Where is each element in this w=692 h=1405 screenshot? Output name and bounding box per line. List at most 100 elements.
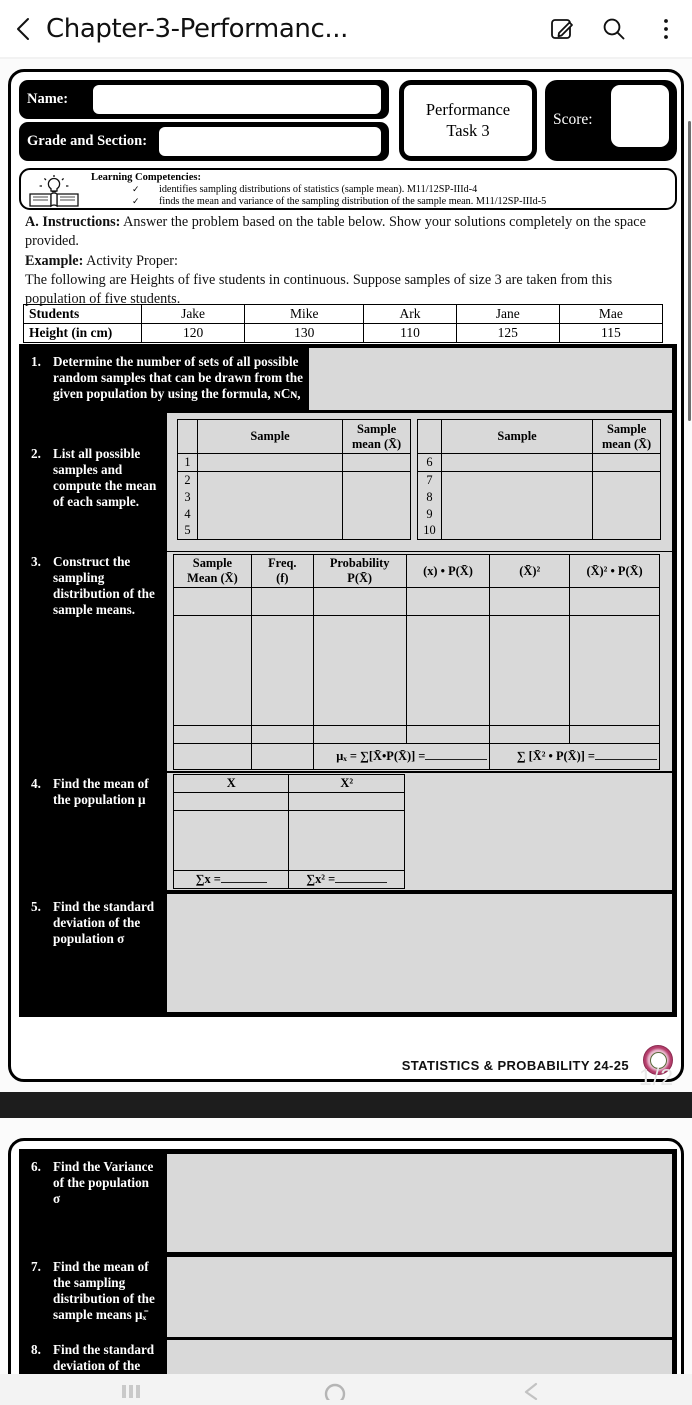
q3-cell[interactable]: [405, 615, 491, 726]
q3-total-sq-blank[interactable]: [595, 749, 657, 760]
search-button[interactable]: [588, 16, 640, 42]
q2-cell-mean[interactable]: [592, 453, 661, 472]
student-height-1: 130: [244, 323, 365, 343]
score-input[interactable]: [611, 85, 669, 147]
page-indicator: 1/2: [639, 1064, 674, 1090]
q3-cell[interactable]: [250, 743, 314, 770]
q3-total-mean-label: μₓ = ∑[X̄•P(X̄)] =: [336, 749, 426, 763]
q2-cell-sample[interactable]: [440, 471, 594, 540]
q3-cell[interactable]: [250, 587, 314, 616]
answer-area-1[interactable]: [309, 348, 672, 410]
q3-cell[interactable]: [250, 615, 314, 726]
tasks-grid-page1: 1. Determine the number of sets of all p…: [19, 344, 677, 1017]
q3-cell[interactable]: [173, 615, 252, 726]
q2-table-left[interactable]: Sample Sample mean (X̄) 1 2 3 4 5: [177, 419, 411, 540]
grade-section-input[interactable]: [159, 127, 381, 156]
q2-table-right[interactable]: Sample Sample mean (X̄) 6 7 8 9 10: [417, 419, 661, 540]
question-6-text: Find the Variance of the population σ: [53, 1159, 154, 1207]
q3-header-2-l2: P(X̄): [347, 571, 373, 585]
q3-total-sq-label: ∑ [X̄² • P(X̄)] =: [516, 749, 595, 763]
q3-cell[interactable]: [489, 587, 571, 616]
student-name-3: Jane: [455, 304, 560, 324]
q4-population-table[interactable]: X X² ∑x = ∑x² =: [172, 774, 405, 889]
score-box: Score:: [545, 80, 677, 161]
question-5-text: Find the standard deviation of the popul…: [53, 899, 155, 947]
question-4: 4. Find the mean of the population μ: [31, 776, 155, 808]
q2-cell-mean[interactable]: [592, 471, 661, 540]
q4-cell[interactable]: [288, 792, 405, 811]
students-data-table: Students Jake Mike Ark Jane Mae Height (…: [23, 304, 664, 343]
q4-cell[interactable]: [172, 792, 290, 811]
table-row-totals: ∑x = ∑x² =: [172, 870, 405, 889]
q3-cell[interactable]: [569, 725, 660, 744]
performance-task-line-2: Task 3: [446, 120, 490, 140]
android-navigation-bar: [0, 1374, 692, 1405]
q4-header-x2: X²: [288, 774, 405, 793]
q3-cell[interactable]: [569, 587, 660, 616]
overflow-menu-button[interactable]: [640, 16, 692, 42]
answer-area-5[interactable]: [167, 894, 672, 1012]
q2-row-num: 5: [177, 522, 198, 540]
q2-right-header-mean-l2: mean (X̄): [601, 436, 652, 451]
q4-total-x2-blank[interactable]: [335, 872, 388, 883]
q3-cell[interactable]: [405, 725, 491, 744]
recents-icon: [122, 1385, 140, 1398]
document-viewer[interactable]: Name: Grade and Section: Performance Tas…: [0, 59, 692, 1405]
q3-cell[interactable]: [173, 587, 252, 616]
q3-cell[interactable]: [312, 725, 407, 744]
table-row: 1: [177, 453, 411, 472]
row-label-students: Students: [23, 304, 142, 324]
q2-cell-mean[interactable]: [342, 453, 411, 472]
competency-text-2: finds the mean and variance of the sampl…: [159, 196, 547, 207]
q3-cell[interactable]: [250, 725, 314, 744]
student-height-0: 120: [140, 323, 246, 343]
name-input[interactable]: [93, 85, 381, 114]
page-footer: STATISTICS & PROBABILITY 24-25: [401, 1058, 629, 1073]
q4-cell[interactable]: [288, 810, 405, 871]
answer-area-6[interactable]: [167, 1154, 672, 1252]
q3-cell[interactable]: [312, 615, 407, 726]
q2-left-header-sample: Sample: [196, 419, 344, 454]
q4-header-x: X: [172, 774, 290, 793]
question-1: 1. Determine the number of sets of all p…: [31, 354, 307, 402]
q3-cell[interactable]: [173, 725, 252, 744]
back-button[interactable]: [0, 16, 46, 42]
q2-cell-sample[interactable]: [196, 453, 344, 472]
table-row: Sample Mean (X̄) Freq. (f) Probability P…: [173, 554, 660, 588]
table-row: [173, 615, 660, 726]
q3-cell[interactable]: [405, 587, 491, 616]
q3-cell[interactable]: [489, 615, 571, 726]
q4-total-x-blank[interactable]: [220, 872, 267, 883]
question-1-number: 1.: [31, 354, 41, 369]
q2-cell-sample[interactable]: [196, 471, 344, 540]
back-button-nav[interactable]: [520, 1382, 542, 1405]
tasks-grid-page2: 6. Find the Variance of the population σ…: [19, 1149, 677, 1402]
q2-row-num: 8: [417, 488, 442, 506]
home-button[interactable]: [322, 1382, 348, 1405]
q3-cell[interactable]: [173, 743, 252, 770]
question-8-text: Find the standard deviation of the: [53, 1342, 155, 1374]
more-vertical-icon: [664, 18, 668, 39]
performance-task-line-1: Performance: [425, 100, 511, 120]
q3-sampling-distribution-table[interactable]: Sample Mean (X̄) Freq. (f) Probability P…: [173, 554, 660, 770]
answer-area-7[interactable]: [167, 1257, 672, 1337]
q3-cell[interactable]: [569, 615, 660, 726]
q3-cell[interactable]: [489, 725, 571, 744]
q4-cell[interactable]: [172, 810, 290, 871]
learning-competencies-box: Learning Competencies: ✓ identifies samp…: [19, 168, 677, 210]
q3-total-mean-blank[interactable]: [425, 749, 488, 760]
vertical-scrollbar[interactable]: [688, 121, 691, 421]
q2-right-header-sample: Sample: [440, 419, 594, 454]
table-row: [173, 587, 660, 616]
q3-cell[interactable]: [312, 587, 407, 616]
edit-button[interactable]: [536, 16, 588, 42]
q4-total-x-label: ∑x =: [195, 872, 221, 886]
q2-cell-sample[interactable]: [440, 453, 594, 472]
q2-cell-mean[interactable]: [342, 471, 411, 540]
app-top-bar: Chapter-3-Performanc...: [0, 0, 692, 57]
q4-total-x: ∑x =: [172, 870, 290, 889]
question-4-text: Find the mean of the population μ: [53, 776, 149, 808]
document-title: Chapter-3-Performanc...: [46, 13, 348, 44]
recents-button[interactable]: [120, 1382, 142, 1405]
page-separator-band: [0, 1092, 692, 1118]
